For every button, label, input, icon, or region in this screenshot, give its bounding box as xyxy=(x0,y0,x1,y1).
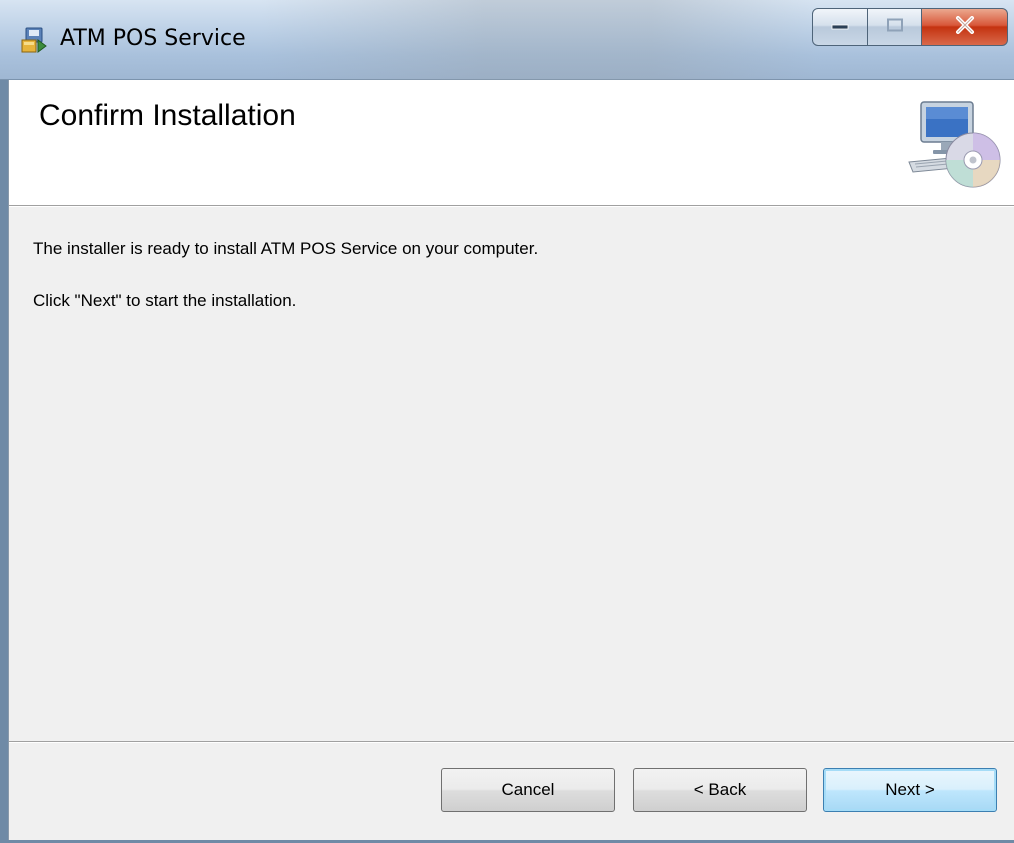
back-button[interactable]: < Back xyxy=(633,768,807,812)
maximize-button[interactable] xyxy=(868,8,922,46)
ready-message: The installer is ready to install ATM PO… xyxy=(33,239,539,258)
maximize-icon xyxy=(886,18,904,37)
dialog-client-area: Confirm Installation The installer is re… xyxy=(8,80,1014,843)
close-button[interactable] xyxy=(922,8,1008,46)
title-bar-shading xyxy=(260,0,820,80)
caption-buttons xyxy=(812,8,1008,46)
computer-cd-icon xyxy=(907,98,1003,194)
window-title: ATM POS Service xyxy=(60,26,246,51)
title-bar[interactable]: ATM POS Service xyxy=(0,0,1014,80)
minimize-button[interactable] xyxy=(812,8,868,46)
minimize-icon xyxy=(831,18,849,36)
header-band: Confirm Installation xyxy=(9,80,1014,207)
page-title: Confirm Installation xyxy=(39,99,296,132)
installer-window: ATM POS Service Confirm Installation The… xyxy=(0,0,1014,843)
cancel-button[interactable]: Cancel xyxy=(441,768,615,812)
next-button[interactable]: Next > xyxy=(823,768,997,812)
close-icon xyxy=(955,15,975,39)
installer-package-icon xyxy=(20,26,48,54)
instruction-message: Click "Next" to start the installation. xyxy=(33,291,297,310)
footer-separator xyxy=(9,741,1014,743)
